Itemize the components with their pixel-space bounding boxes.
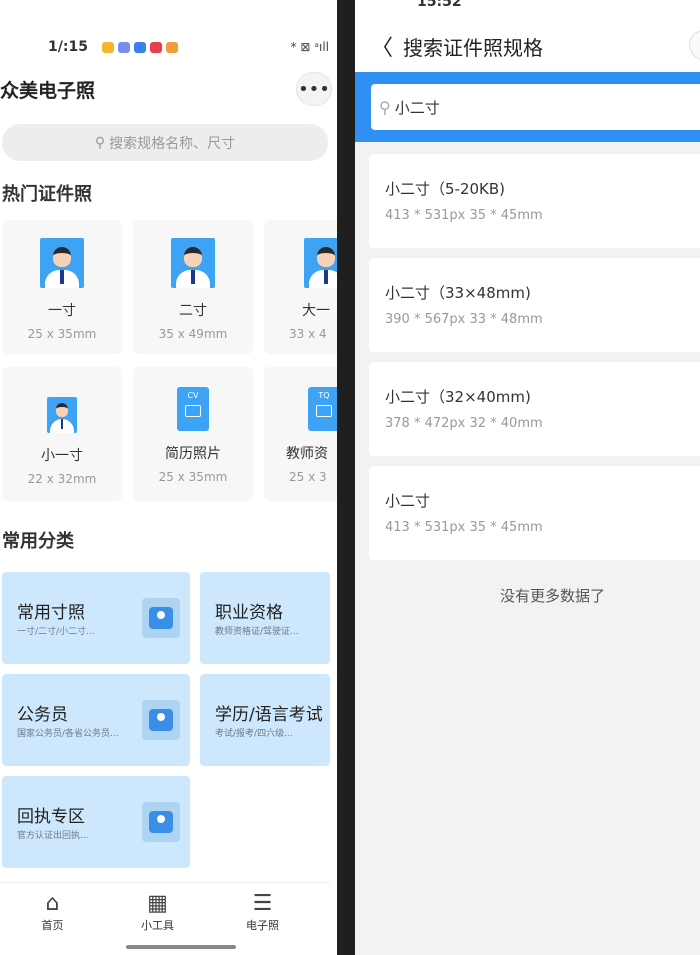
card-size: 25 x 35mm xyxy=(27,327,97,341)
category-subtitle: 教师资格证/驾驶证... xyxy=(215,627,299,637)
result-item[interactable]: 小二寸（33×48mm) 390 * 567px 33 * 48mm xyxy=(369,258,700,352)
card-size: 33 x 4 xyxy=(289,327,327,341)
category-card[interactable]: 职业资格 教师资格证/驾驶证... xyxy=(200,572,330,664)
card-name: 二寸 xyxy=(179,303,207,319)
header: 15:52 〈 搜索证件照规格 xyxy=(355,0,700,72)
card-name: 简历照片 xyxy=(165,446,221,462)
person-photo-icon xyxy=(304,238,337,288)
hot-card[interactable]: 小一寸 22 x 32mm xyxy=(2,367,122,501)
category-title: 公务员 xyxy=(17,705,68,725)
receipt-icon xyxy=(142,802,180,842)
result-title: 小二寸（33×48mm) xyxy=(385,284,531,302)
category-title: 职业资格 xyxy=(215,603,283,623)
person-photo-icon xyxy=(171,238,215,288)
notification-icon xyxy=(165,41,178,53)
nav-item-photos[interactable]: ☰ 电子照 xyxy=(210,883,315,942)
more-dots-icon: ••• xyxy=(298,78,330,100)
result-item[interactable]: 小二寸（5-20KB) 413 * 531px 35 * 45mm xyxy=(369,154,700,248)
hot-card[interactable]: 二寸 35 x 49mm xyxy=(133,220,253,354)
system-status-icons: * ⊠ ᵃıll xyxy=(290,40,329,54)
result-title: 小二寸（32×40mm) xyxy=(385,388,531,406)
search-value: 小二寸 xyxy=(394,98,440,117)
back-arrow-icon[interactable]: 〈 xyxy=(371,30,393,62)
card-size: 22 x 32mm xyxy=(27,472,97,486)
status-bar: 15:52 xyxy=(417,0,462,10)
status-bar: 1/:15 * ⊠ ᵃıll xyxy=(48,36,329,58)
teacher-cert-icon: TQ xyxy=(308,387,337,431)
result-item[interactable]: 小二寸（32×40mm) 378 * 472px 32 * 40mm xyxy=(369,362,700,456)
search-icon: ⚲ xyxy=(94,134,106,151)
category-subtitle: 国家公务员/各省公务员... xyxy=(17,729,119,739)
app-title: 众美电子照 xyxy=(0,80,96,102)
category-card[interactable]: 学历/语言考试 考试/报考/四六级... xyxy=(200,674,330,766)
category-subtitle: 考试/报考/四六级... xyxy=(215,729,293,739)
bottom-nav: ⌂ 首页 ▦ 小工具 ☰ 电子照 xyxy=(0,882,330,942)
card-name: 小一寸 xyxy=(41,448,83,464)
search-placeholder: 搜索规格名称、尺寸 xyxy=(109,135,236,152)
status-time: 1/:15 xyxy=(48,39,88,55)
search-bar[interactable]: ⚲ 搜索规格名称、尺寸 xyxy=(2,124,328,161)
person-photo-icon xyxy=(40,238,84,288)
id-card-icon xyxy=(142,598,180,638)
more-button[interactable] xyxy=(689,30,700,60)
nav-label: 首页 xyxy=(41,919,64,932)
card-name: 一寸 xyxy=(48,303,76,319)
result-spec: 378 * 472px 32 * 40mm xyxy=(385,416,543,431)
card-size: 35 x 49mm xyxy=(158,327,228,341)
search-icon: ⚲ xyxy=(379,97,391,117)
hot-card[interactable]: TQ 教师资 25 x 3 xyxy=(264,367,337,501)
category-card[interactable]: 回执专区 官方认证出回执... xyxy=(2,776,190,868)
search-results-screen: 15:52 〈 搜索证件照规格 ⚲ 小二寸 小二寸（5-20KB) 413 * … xyxy=(355,0,700,955)
search-band: ⚲ 小二寸 xyxy=(355,72,700,142)
more-button[interactable]: ••• xyxy=(296,72,332,106)
notification-icons xyxy=(101,41,178,53)
result-item[interactable]: 小二寸 413 * 531px 35 * 45mm xyxy=(369,466,700,560)
hot-card[interactable]: CV 简历照片 25 x 35mm xyxy=(133,367,253,501)
notification-icon xyxy=(149,41,162,53)
hot-card[interactable]: 一寸 25 x 35mm xyxy=(2,220,122,354)
result-spec: 413 * 531px 35 * 45mm xyxy=(385,208,543,223)
category-card[interactable]: 常用寸照 一寸/二寸/小二寸... xyxy=(2,572,190,664)
home-icon: ⌂ xyxy=(45,891,60,916)
home-screen: 1/:15 * ⊠ ᵃıll 众美电子照 ••• ⚲ 搜索规格名称、尺寸 热门证… xyxy=(0,0,337,955)
card-name: 教师资 xyxy=(286,446,328,462)
search-input[interactable]: ⚲ 小二寸 xyxy=(371,84,700,130)
no-more-data-text: 没有更多数据了 xyxy=(499,587,605,605)
result-spec: 390 * 567px 33 * 48mm xyxy=(385,312,543,327)
tools-grid-icon: ▦ xyxy=(147,891,168,916)
person-photo-icon xyxy=(47,397,77,433)
hot-card[interactable]: 大一 33 x 4 xyxy=(264,220,337,354)
categories-section-title: 常用分类 xyxy=(2,531,74,552)
category-subtitle: 一寸/二寸/小二寸... xyxy=(17,627,95,637)
category-title: 回执专区 xyxy=(17,807,85,827)
page-title: 搜索证件照规格 xyxy=(403,36,543,60)
category-card[interactable]: 公务员 国家公务员/各省公务员... xyxy=(2,674,190,766)
notification-icon xyxy=(133,41,146,53)
category-title: 学历/语言考试 xyxy=(215,705,323,725)
result-title: 小二寸（5-20KB) xyxy=(385,180,506,198)
card-size: 25 x 35mm xyxy=(158,470,228,484)
nav-item-tools[interactable]: ▦ 小工具 xyxy=(105,883,210,942)
nav-item-home[interactable]: ⌂ 首页 xyxy=(0,883,105,942)
hot-section-title: 热门证件照 xyxy=(2,184,92,205)
document-list-icon: ☰ xyxy=(252,891,273,916)
nav-label: 小工具 xyxy=(141,919,174,932)
result-spec: 413 * 531px 35 * 45mm xyxy=(385,520,543,535)
status-time: 15:52 xyxy=(417,0,462,10)
nav-label: 电子照 xyxy=(246,919,279,932)
category-title: 常用寸照 xyxy=(17,603,85,623)
category-subtitle: 官方认证出回执... xyxy=(17,831,89,841)
card-size: 25 x 3 xyxy=(289,470,327,484)
civil-servant-icon xyxy=(142,700,180,740)
notification-icon xyxy=(101,41,114,53)
notification-icon xyxy=(117,41,130,53)
resume-icon: CV xyxy=(177,387,209,431)
card-name: 大一 xyxy=(302,303,330,319)
result-title: 小二寸 xyxy=(385,492,431,510)
home-indicator[interactable] xyxy=(126,945,236,949)
